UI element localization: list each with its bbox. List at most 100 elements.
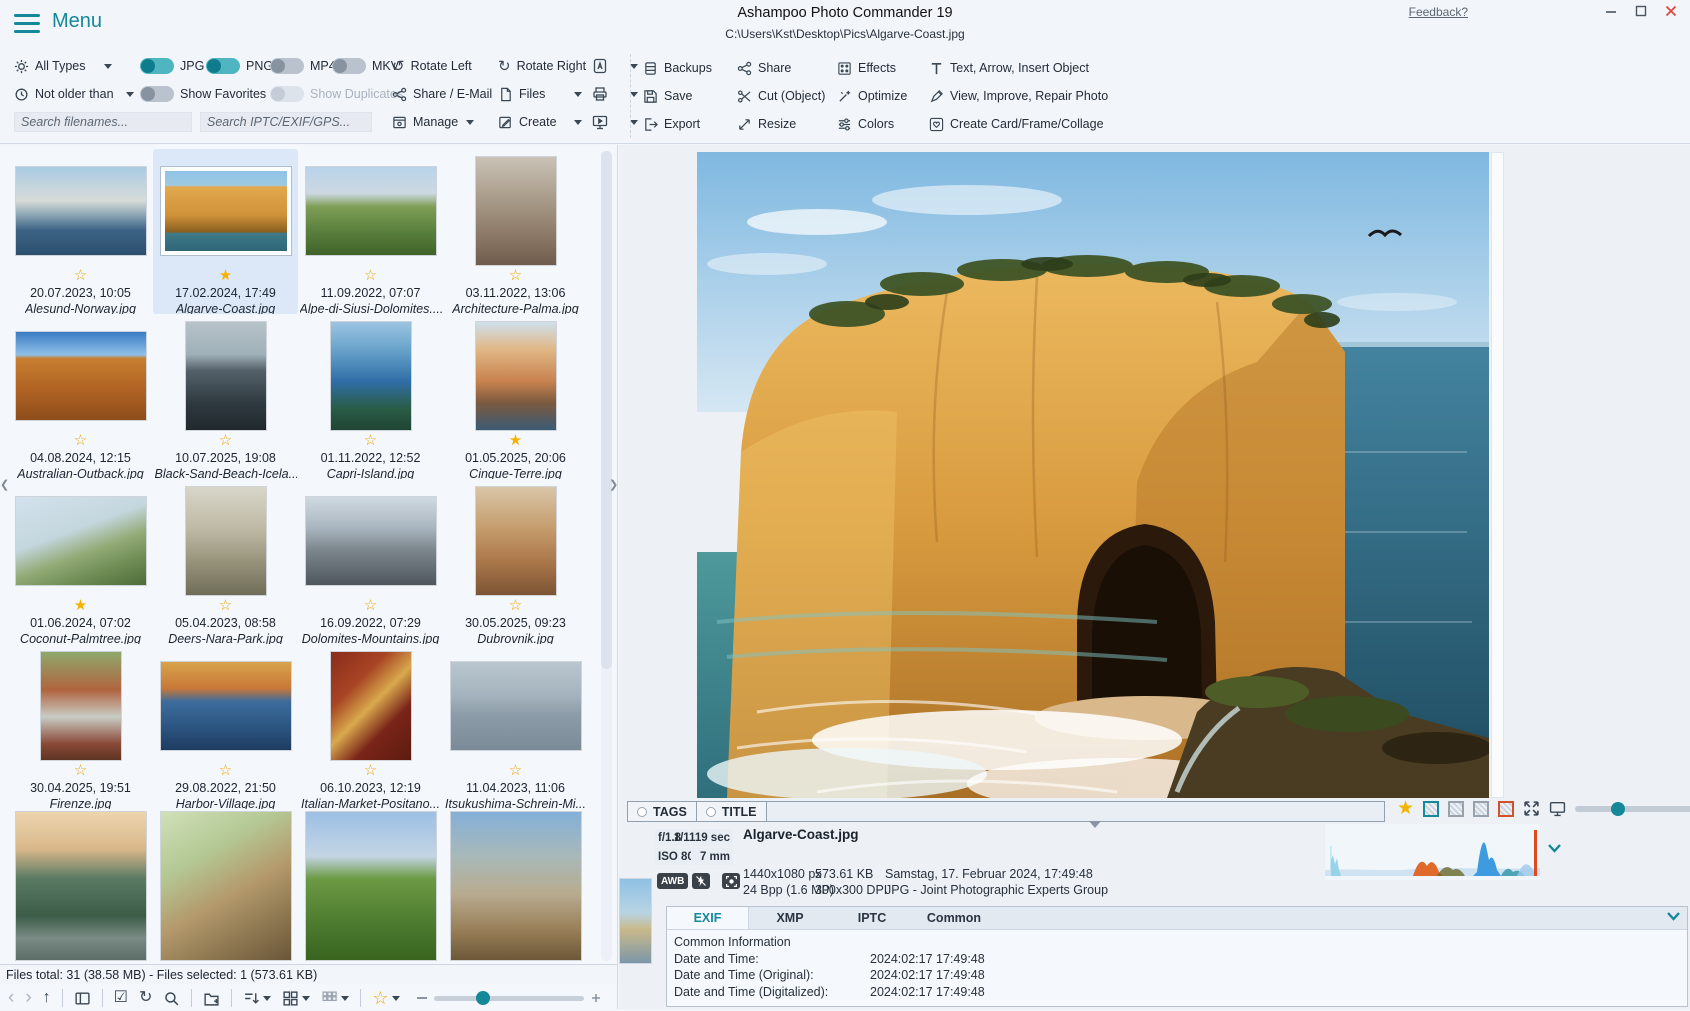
create-button[interactable]: Create [498, 110, 557, 134]
tags-radio-icon[interactable] [637, 807, 647, 817]
thumbnail[interactable] [41, 652, 121, 760]
panel-layout-button[interactable] [74, 990, 91, 1007]
thumbnail[interactable] [331, 652, 411, 760]
favorite-toggle-star[interactable] [1397, 799, 1414, 818]
photo-grid-item[interactable]: ☆ 30.05.2025, 09:23 Dubrovnik.jpg [443, 479, 588, 644]
zoom-out-icon[interactable] [417, 997, 427, 999]
back-button[interactable] [8, 990, 14, 1006]
thumbnail[interactable] [186, 322, 266, 430]
item-filename[interactable]: Itsukushima-Schrein-Mi... [445, 796, 586, 809]
mkv-switch[interactable] [332, 58, 366, 74]
maximize-button[interactable] [1634, 4, 1648, 18]
save-button[interactable]: Save [643, 84, 737, 108]
view-mode-2-icon[interactable] [1448, 801, 1464, 817]
backups-button[interactable]: Backups [643, 56, 737, 80]
pdf-export-button[interactable] [592, 54, 608, 78]
grid-scrollbar-thumb[interactable] [601, 151, 612, 669]
collapse-info-arrow[interactable] [1089, 821, 1101, 828]
favorite-star[interactable]: ★ [509, 432, 522, 450]
item-filename[interactable]: Cinque-Terre.jpg [469, 466, 562, 479]
item-filename[interactable]: Algarve-Coast.jpg [176, 301, 275, 314]
photo-grid-item[interactable]: ★ 01.05.2025, 20:06 Cinque-Terre.jpg [443, 314, 588, 479]
item-filename[interactable]: Alesund-Norway.jpg [25, 301, 136, 314]
create-dropdown[interactable] [574, 110, 582, 134]
photo-grid-item[interactable]: ☆ 10.07.2025, 19:08 Black-Sand-Beach-Ice… [153, 314, 298, 479]
show-favorites-switch[interactable] [140, 86, 174, 102]
files-dropdown[interactable] [574, 82, 582, 106]
thumbnail-zoom-slider[interactable] [417, 993, 601, 1003]
mp4-switch[interactable] [270, 58, 304, 74]
thumbnail[interactable] [161, 167, 291, 255]
favorite-star[interactable]: ★ [219, 267, 232, 285]
colors-button[interactable]: Colors [837, 112, 929, 136]
histogram-collapse-chevron[interactable] [1547, 843, 1562, 853]
search-iptc-input[interactable] [200, 112, 372, 132]
favorite-star[interactable]: ☆ [364, 762, 377, 780]
item-filename[interactable]: Capri-Island.jpg [327, 466, 415, 479]
thumbnail-size-button[interactable] [321, 990, 349, 1007]
thumbnail[interactable] [161, 812, 291, 960]
thumbnail[interactable] [476, 487, 556, 595]
toggle-jpg[interactable]: JPG [140, 54, 204, 78]
optimize-button[interactable]: Optimize [837, 84, 929, 108]
favorite-star[interactable]: ☆ [74, 267, 87, 285]
zoom-in-icon[interactable] [591, 993, 601, 1003]
tab-iptc[interactable]: IPTC [831, 907, 913, 929]
toggle-mkv[interactable]: MKV [332, 54, 399, 78]
grid-view-button[interactable] [282, 990, 310, 1007]
favorite-star[interactable]: ☆ [364, 432, 377, 450]
photo-grid-item[interactable]: ☆ 01.11.2022, 12:52 Capri-Island.jpg [298, 314, 443, 479]
search-filenames-input[interactable] [14, 112, 192, 132]
rotate-left-button[interactable]: Rotate Left [392, 54, 472, 78]
thumbnail[interactable] [16, 812, 146, 960]
photo-grid-item[interactable]: ☆ 30.04.2025, 19:51 Firenze.jpg [8, 644, 153, 809]
files-button[interactable]: Files [498, 82, 545, 106]
thumbnail[interactable] [451, 812, 581, 960]
toggle-png[interactable]: PNG [206, 54, 273, 78]
photo-grid-item[interactable]: ★ 01.06.2024, 07:02 Coconut-Palmtree.jpg [8, 479, 153, 644]
photo-grid-item[interactable]: ☆ 05.04.2023, 08:58 Deers-Nara-Park.jpg [153, 479, 298, 644]
preview-zoom-slider[interactable] [1575, 806, 1690, 812]
photo-grid-item[interactable]: ☆ 16.09.2022, 07:29 Dolomites-Mountains.… [298, 479, 443, 644]
favorite-star[interactable]: ☆ [364, 267, 377, 285]
preview-zoom-knob[interactable] [1611, 802, 1625, 816]
tab-tags[interactable]: TAGS [627, 801, 697, 822]
photo-grid-item[interactable]: ☆ 06.10.2023, 12:19 Italian-Market-Posit… [298, 644, 443, 809]
view-mode-1-icon[interactable] [1423, 801, 1439, 817]
thumbnail[interactable] [306, 167, 436, 255]
title-radio-icon[interactable] [706, 807, 716, 817]
not-older-than-filter[interactable]: Not older than [14, 82, 134, 106]
thumbnail[interactable] [331, 322, 411, 430]
favorite-star[interactable]: ☆ [219, 432, 232, 450]
new-folder-button[interactable] [203, 990, 220, 1007]
png-switch[interactable] [206, 58, 240, 74]
thumbnail[interactable] [161, 662, 291, 750]
photo-grid-item[interactable]: ☆ 11.04.2023, 11:06 Itsukushima-Schrein-… [443, 644, 588, 809]
thumbnail[interactable] [306, 812, 436, 960]
slideshow-button[interactable] [592, 110, 608, 134]
photo-grid-item[interactable] [153, 809, 298, 964]
favorite-star[interactable]: ☆ [509, 267, 522, 285]
monitor-icon[interactable] [1549, 800, 1566, 817]
tab-common[interactable]: Common [913, 907, 995, 929]
effects-button[interactable]: Effects [837, 56, 929, 80]
manage-dropdown[interactable] [466, 110, 474, 134]
favorite-star[interactable]: ☆ [74, 762, 87, 780]
zoom-slider-knob[interactable] [476, 991, 490, 1005]
thumbnail[interactable] [476, 157, 556, 265]
favorite-star[interactable]: ☆ [219, 762, 232, 780]
up-folder-button[interactable] [43, 990, 51, 1006]
item-filename[interactable]: Harbor-Village.jpg [176, 796, 276, 809]
item-filename[interactable]: Alpe-di-Siusi-Dolomites.... [300, 301, 442, 314]
favorite-star[interactable]: ★ [74, 597, 87, 615]
jpg-switch[interactable] [140, 58, 174, 74]
cut-object-button[interactable]: Cut (Object) [737, 84, 837, 108]
item-filename[interactable]: Dubrovnik.jpg [477, 631, 553, 644]
favorite-star[interactable]: ☆ [74, 432, 87, 450]
view-improve-repair-button[interactable]: View, Improve, Repair Photo [929, 84, 1149, 108]
expand-left-panel-arrow[interactable] [609, 478, 618, 491]
tab-exif[interactable]: EXIF [667, 907, 749, 929]
thumbnail[interactable] [476, 322, 556, 430]
favorites-filter-button[interactable] [372, 990, 399, 1006]
item-filename[interactable]: Dolomites-Mountains.jpg [302, 631, 440, 644]
